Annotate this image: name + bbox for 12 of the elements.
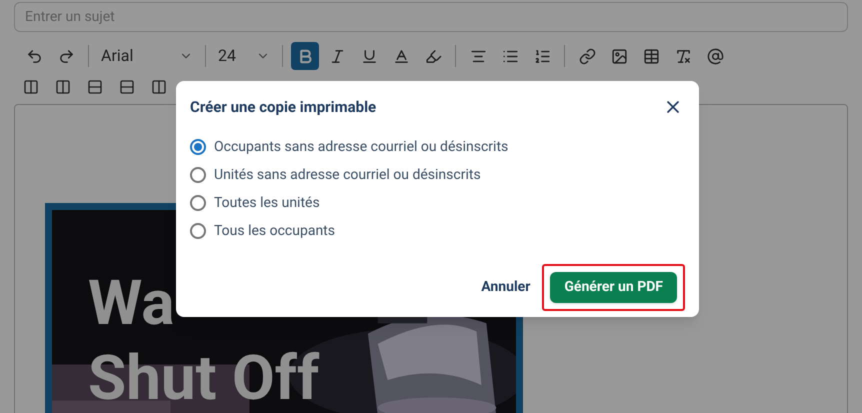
dialog-title: Créer une copie imprimable (190, 96, 376, 118)
heading-text: Shut Off (88, 341, 320, 413)
radio-option[interactable]: Unités sans adresse courriel ou désinscrits (190, 161, 685, 189)
font-dropdown[interactable]: Arial (97, 42, 197, 70)
heading-text: Wa (88, 266, 174, 341)
radio-option[interactable]: Toutes les unités (190, 189, 685, 217)
generate-pdf-button[interactable]: Générer un PDF (550, 272, 677, 303)
radio-option[interactable]: Tous les occupants (190, 217, 685, 245)
subject-field[interactable]: Entrer un sujet (14, 2, 848, 32)
cancel-button[interactable]: Annuler (479, 277, 532, 298)
font-size-dropdown[interactable]: 24 (214, 42, 274, 70)
radio-option[interactable]: Occupants sans adresse courriel ou désinscrits (190, 133, 685, 161)
